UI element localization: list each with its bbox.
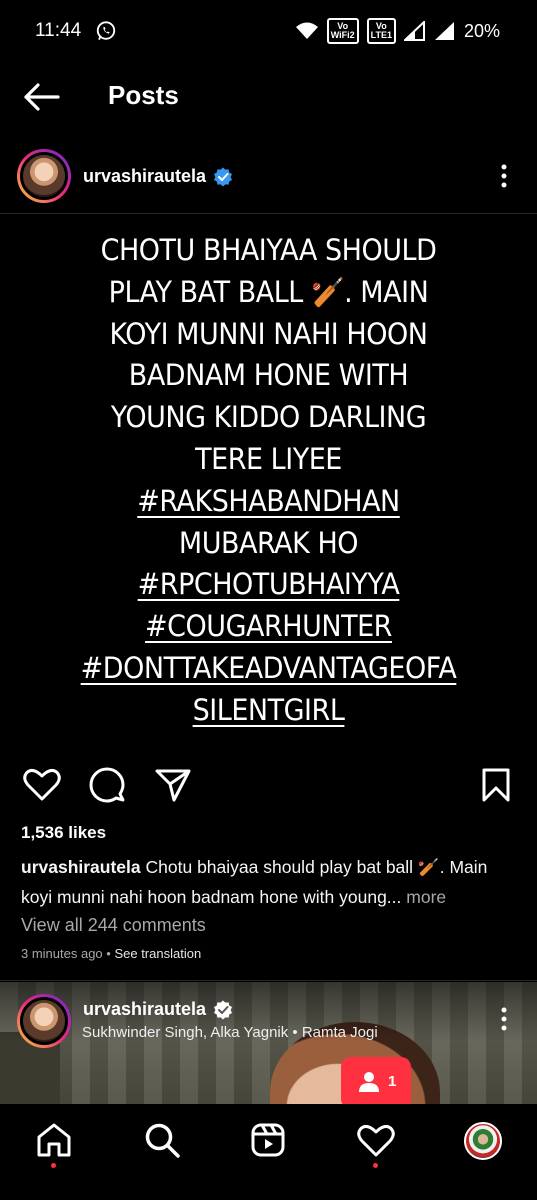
time-ago-text: 3 minutes ago <box>21 946 103 961</box>
next-post-username[interactable]: urvashirautela <box>83 999 206 1020</box>
post-text-line: YOUNG KIDDO DARLING <box>110 400 427 435</box>
back-arrow-icon[interactable] <box>22 82 60 112</box>
search-icon[interactable] <box>144 1122 180 1158</box>
profile-avatar[interactable] <box>464 1122 502 1160</box>
view-comments-link[interactable]: View all 244 comments <box>21 915 206 936</box>
signal-icon <box>403 21 425 41</box>
bottom-nav <box>0 1104 537 1200</box>
activity-indicator-dot <box>373 1163 378 1168</box>
more-options-icon[interactable] <box>500 163 508 189</box>
divider <box>0 213 537 214</box>
hashtag-line[interactable]: SILENTGIRL <box>19 690 518 732</box>
see-translation-link[interactable]: See translation <box>114 946 201 961</box>
comment-icon[interactable] <box>89 767 125 803</box>
caption-text-1: Chotu bhaiyaa should play bat ball 🏏. Ma… <box>145 857 488 877</box>
next-post-audio[interactable]: Sukhwinder Singh, Alka Yagnik • Ramta Jo… <box>82 1024 378 1041</box>
reels-icon[interactable] <box>250 1122 286 1158</box>
whatsapp-icon <box>96 21 116 40</box>
verified-badge-icon <box>214 1000 232 1020</box>
hashtag-line[interactable]: #DONTTAKEADVANTAGEOFA <box>19 648 518 690</box>
home-icon[interactable] <box>36 1122 72 1158</box>
caption-username[interactable]: urvashirautela <box>21 857 141 877</box>
post-timestamp: 3 minutes ago • See translation <box>21 946 201 961</box>
likes-count[interactable]: 1,536 likes <box>21 823 106 843</box>
person-icon <box>359 1072 379 1092</box>
more-options-icon[interactable] <box>500 1006 508 1032</box>
like-heart-icon[interactable] <box>23 768 61 802</box>
next-post-video[interactable] <box>0 982 537 1104</box>
signal-icon-2 <box>434 22 454 40</box>
share-send-icon[interactable] <box>155 768 191 802</box>
post-text-line: BADNAM HONE WITH <box>128 358 409 393</box>
post-avatar[interactable] <box>17 149 71 203</box>
post-caption: urvashirautela Chotu bhaiyaa should play… <box>21 852 521 912</box>
status-bar: 11:44 Vo WiFi2 Vo LTE1 20% <box>0 0 537 64</box>
caption-text-2: koyi munni nahi hoon badnam hone with yo… <box>21 887 402 907</box>
post-text-line: KOYI MUNNI NAHI HOON <box>109 316 428 351</box>
page-title: Posts <box>108 80 179 110</box>
notification-count: 1 <box>388 1073 397 1090</box>
post-text-line: MUBARAK HO <box>178 525 359 560</box>
separator: • <box>102 946 115 961</box>
post-text-line: PLAY BAT BALL 🏏. MAIN <box>108 274 429 309</box>
caption-more-link[interactable]: more <box>406 887 446 907</box>
divider <box>0 980 537 981</box>
hashtag-line[interactable]: #RPCHOTUBHAIYYA <box>19 564 518 606</box>
status-icons: Vo WiFi2 Vo LTE1 20% <box>295 18 500 44</box>
verified-badge-icon <box>214 167 232 187</box>
hashtag-line[interactable]: #RAKSHABANDHAN <box>19 481 518 523</box>
post-text-line: CHOTU BHAIYAA SHOULD <box>100 233 437 267</box>
post-username[interactable]: urvashirautela <box>83 166 206 187</box>
heart-icon[interactable] <box>357 1124 395 1158</box>
post-text-content: CHOTU BHAIYAA SHOULD PLAY BAT BALL 🏏. MAI… <box>19 230 518 732</box>
status-time: 11:44 <box>35 20 82 41</box>
home-indicator-dot <box>51 1163 56 1168</box>
post-text-line: TERE LIYEE <box>195 441 342 476</box>
battery-percent: 20% <box>463 20 500 41</box>
save-bookmark-icon[interactable] <box>481 768 511 802</box>
vowifi-badge: Vo WiFi2 <box>326 18 359 44</box>
wifi-icon <box>295 22 318 39</box>
volte-badge: Vo LTE1 <box>366 18 396 44</box>
hashtag-line[interactable]: #COUGARHUNTER <box>19 606 518 648</box>
next-post-avatar[interactable] <box>17 994 71 1048</box>
